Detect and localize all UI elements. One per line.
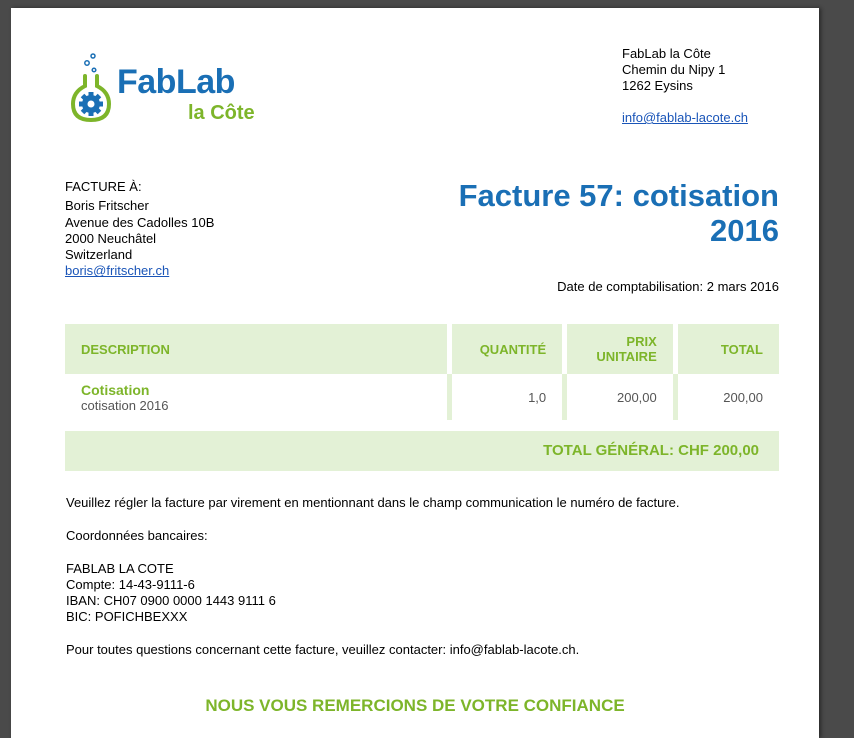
table-header-row: DESCRIPTION QUANTITÉ PRIX UNITAIRE TOTAL [65, 324, 779, 374]
header-total: TOTAL [677, 324, 779, 374]
bank-line: Compte: 14-43-9111-6 [66, 577, 195, 592]
bank-details: FABLAB LA COTE Compte: 14-43-9111-6 IBAN… [66, 561, 680, 625]
bank-line: FABLAB LA COTE [66, 561, 174, 576]
grand-total-bar: TOTAL GÉNÉRAL: CHF 200,00 [65, 431, 779, 471]
payment-notes: Veuillez régler la facture par virement … [66, 495, 680, 675]
payment-instructions: Veuillez régler la facture par virement … [66, 495, 680, 510]
header-quantity: QUANTITÉ [452, 324, 568, 374]
invoice-title: Facture 57: cotisation 2016 [319, 178, 779, 248]
bill-to-name: Boris Fritscher [65, 198, 149, 214]
item-unit-price: 200,00 [567, 374, 678, 420]
sender-name: FabLab la Côte [622, 46, 711, 61]
invoice-items-table: DESCRIPTION QUANTITÉ PRIX UNITAIRE TOTAL… [65, 324, 779, 420]
bill-to-city: 2000 Neuchâtel [65, 230, 157, 246]
contact-note: Pour toutes questions concernant cette f… [66, 642, 580, 657]
sender-street: Chemin du Nipy 1 [622, 62, 726, 77]
thank-you-message: NOUS VOUS REMERCIONS DE VOTRE CONFIANCE [205, 696, 625, 715]
bank-line: IBAN: CH07 0900 0000 1443 9111 6 [66, 593, 276, 608]
bill-to-street: Avenue des Cadolles 10B [65, 214, 215, 230]
invoice-page: FabLab la Côte FabLab la Côte Chemin du … [11, 8, 819, 738]
bill-to-label: FACTURE À: [65, 179, 142, 194]
invoice-title-line1: Facture 57: cotisation [458, 178, 779, 213]
sender-email-link[interactable]: info@fablab-lacote.ch [622, 110, 748, 125]
bill-to-country: Switzerland [65, 247, 133, 263]
item-quantity: 1,0 [452, 374, 568, 420]
bank-line: BIC: POFICHBEXXX [66, 609, 188, 624]
bank-heading: Coordonnées bancaires: [66, 528, 208, 543]
item-description: Cotisation cotisation 2016 [65, 374, 453, 420]
sender-city: 1262 Eysins [622, 78, 693, 93]
sender-address: FabLab la Côte Chemin du Nipy 1 1262 Eys… [622, 46, 748, 126]
header-description: DESCRIPTION [65, 324, 453, 374]
bill-to-address: FACTURE À: Boris Fritscher Avenue des Ca… [65, 179, 214, 280]
header-unit-price: PRIX UNITAIRE [567, 324, 678, 374]
header-unit-price-line1: PRIX [626, 334, 657, 349]
fablab-logo: FabLab la Côte [63, 48, 263, 128]
flask-gear-icon [70, 53, 112, 123]
logo-text-fablab: FabLab [117, 63, 235, 101]
item-detail: cotisation 2016 [81, 397, 169, 413]
bill-to-email-link[interactable]: boris@fritscher.ch [65, 263, 169, 278]
item-total: 200,00 [723, 389, 763, 405]
logo-text-la-cote: la Côte [188, 102, 255, 124]
item-name: Cotisation [81, 381, 150, 398]
header-unit-price-line2: UNITAIRE [596, 349, 657, 364]
invoice-title-line2: 2016 [710, 213, 779, 248]
invoice-date: Date de comptabilisation: 2 mars 2016 [557, 279, 779, 294]
table-row: Cotisation cotisation 2016 1,0 200,00 20… [65, 374, 779, 420]
